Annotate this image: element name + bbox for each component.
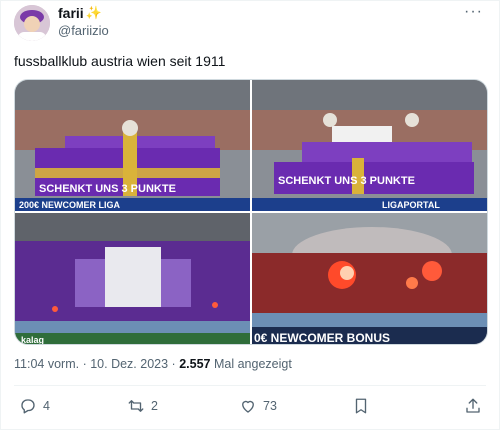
author-name-row[interactable]: farii ✨ <box>58 5 102 21</box>
retweet-count: 2 <box>151 399 158 413</box>
reply-icon <box>19 397 37 415</box>
banner-text-1: SCHENKT UNS 3 PUNKTE <box>39 183 176 195</box>
retweet-icon <box>127 397 145 415</box>
views-label: Mal angezeigt <box>213 357 292 371</box>
sparkle-icon: ✨ <box>85 5 102 20</box>
heart-icon <box>239 397 257 415</box>
more-options-icon[interactable]: ··· <box>464 3 483 21</box>
meta-separator: · <box>82 357 87 371</box>
media-grid: SCHENKT UNS 3 PUNKTE 200€ NEWCOMER LIGA … <box>14 79 488 345</box>
photo-1[interactable]: SCHENKT UNS 3 PUNKTE 200€ NEWCOMER LIGA <box>15 80 250 211</box>
author-handle[interactable]: @fariizio <box>58 23 109 38</box>
ad-board-1: 200€ NEWCOMER LIGA <box>19 200 121 210</box>
photo-3[interactable]: kalag <box>15 213 250 345</box>
like-count: 73 <box>263 399 277 413</box>
tweet-date[interactable]: 10. Dez. 2023 <box>90 357 168 371</box>
photo-4[interactable]: 0€ NEWCOMER BONUS <box>252 213 487 345</box>
tweet-text: fussballklub austria wien seit 1911 <box>14 53 226 69</box>
banner-text-2: SCHENKT UNS 3 PUNKTE <box>278 175 415 187</box>
avatar[interactable] <box>14 5 50 41</box>
divider <box>14 385 486 386</box>
author-name[interactable]: farii <box>58 5 84 21</box>
reply-count: 4 <box>43 399 50 413</box>
bookmark-icon <box>352 397 370 415</box>
tweet-meta: 11:04 vorm. · 10. Dez. 2023 · 2.557 Mal … <box>14 357 292 371</box>
tweet-time[interactable]: 11:04 vorm. <box>14 357 79 371</box>
ad-board-3: 0€ NEWCOMER BONUS <box>254 331 390 345</box>
bookmark-button[interactable] <box>352 397 370 415</box>
action-bar: 4 2 73 <box>14 397 486 421</box>
sponsor-board: kalag <box>21 335 44 345</box>
retweet-button[interactable]: 2 <box>127 397 158 415</box>
share-icon <box>464 397 482 415</box>
reply-button[interactable]: 4 <box>19 397 50 415</box>
like-button[interactable]: 73 <box>239 397 277 415</box>
ad-board-2: LIGAPORTAL <box>382 200 440 210</box>
views-count: 2.557 <box>179 357 211 371</box>
tweet-card: farii ✨ @fariizio ··· fussballklub austr… <box>0 0 500 430</box>
meta-separator-2: · <box>171 357 176 371</box>
share-button[interactable] <box>464 397 482 415</box>
photo-2[interactable]: SCHENKT UNS 3 PUNKTE LIGAPORTAL <box>252 80 487 211</box>
